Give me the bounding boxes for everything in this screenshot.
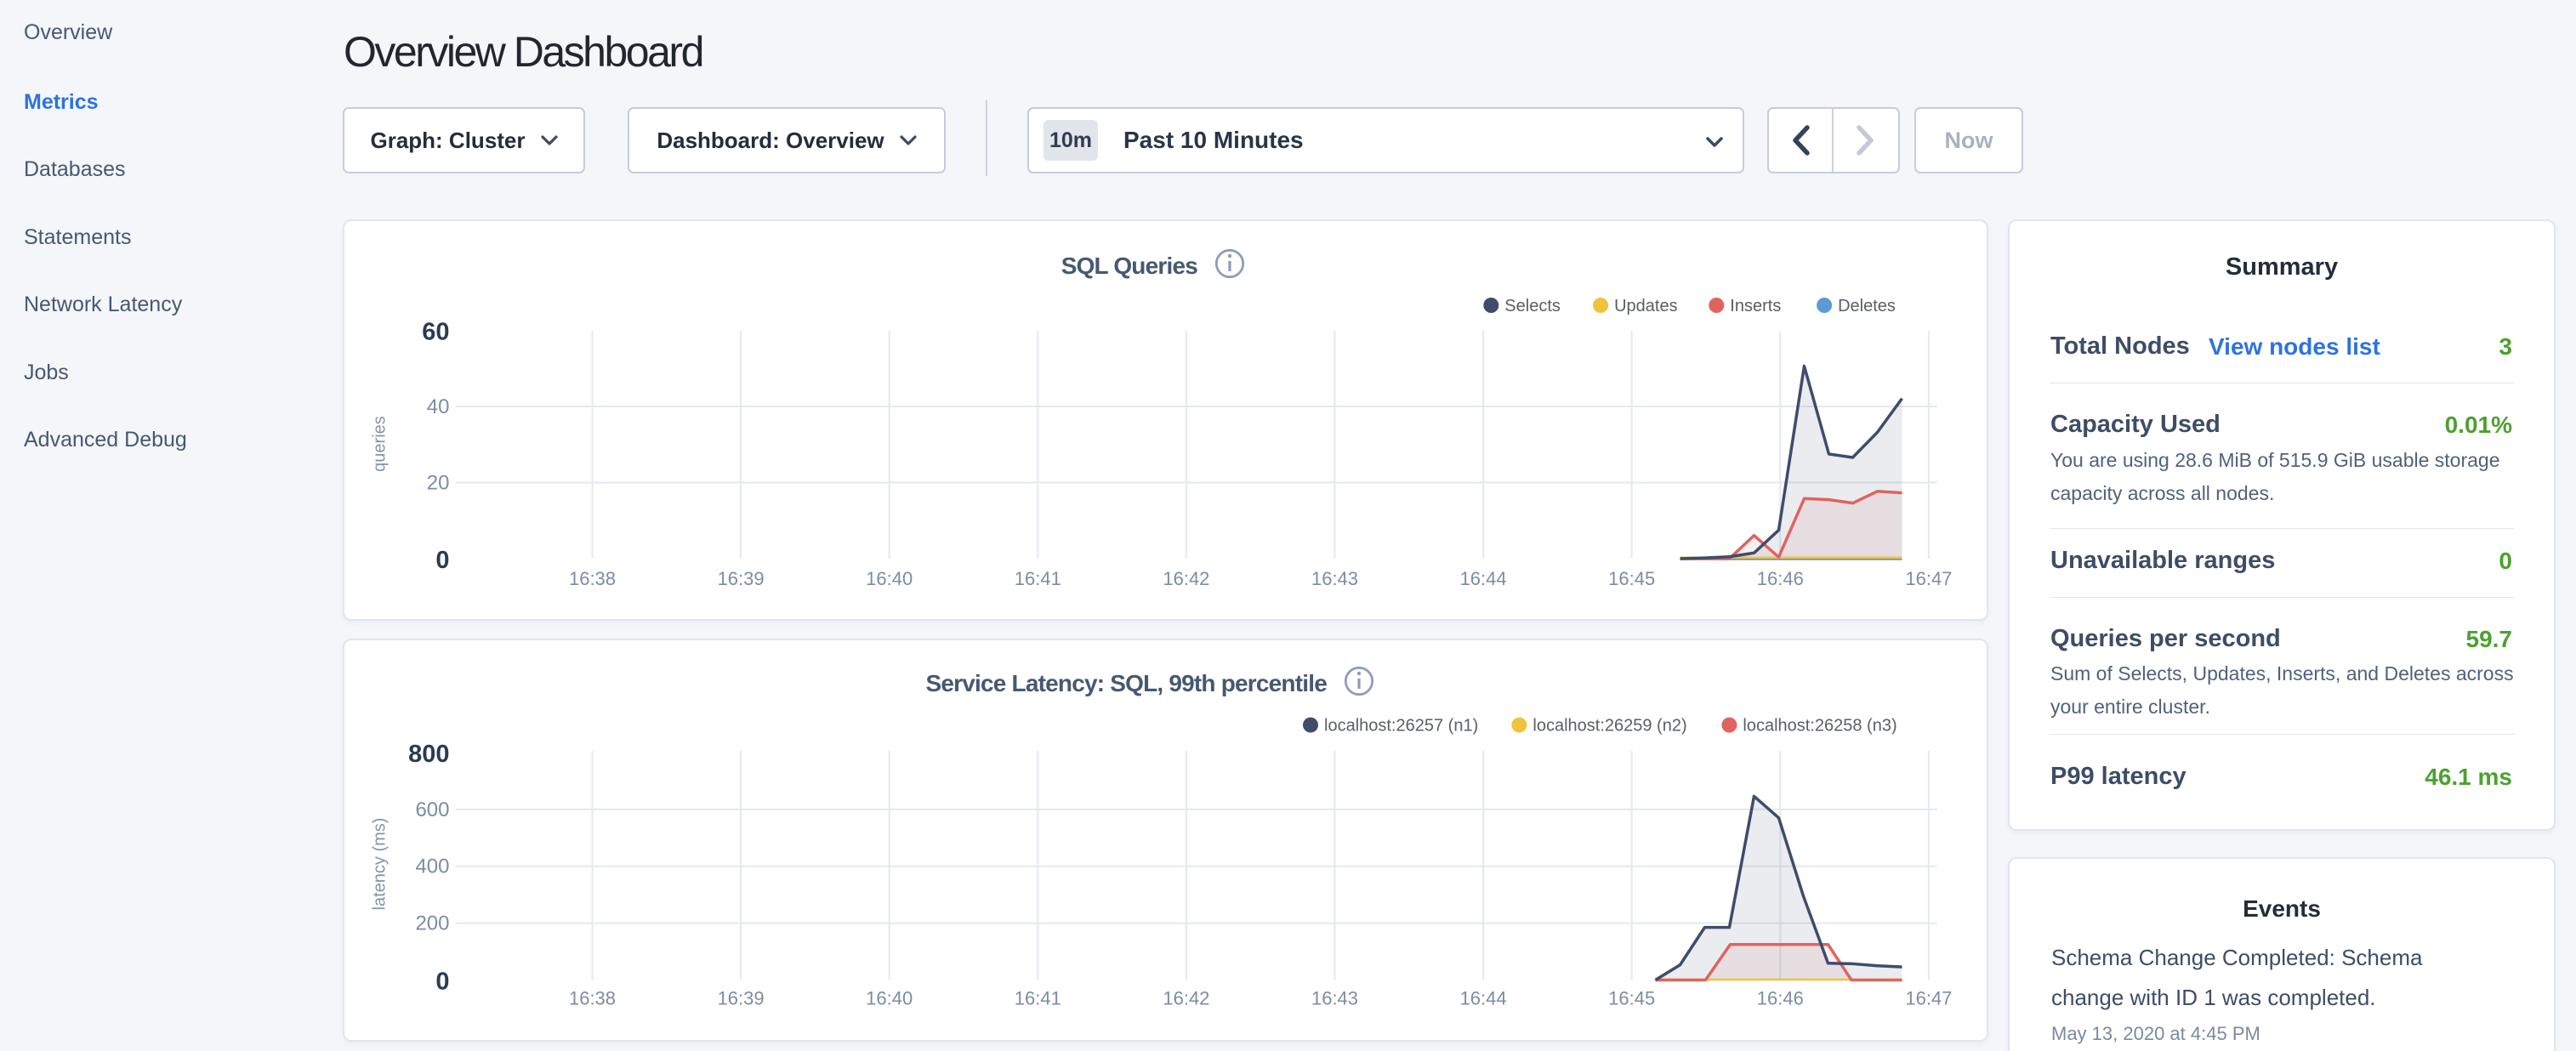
svg-text:0: 0 (435, 969, 449, 996)
svg-text:16:42: 16:42 (1163, 988, 1209, 1009)
svg-text:16:41: 16:41 (1015, 988, 1061, 1009)
svg-text:16:47: 16:47 (1905, 988, 1952, 1009)
svg-text:16:38: 16:38 (569, 568, 616, 589)
svg-text:queries: queries (371, 416, 390, 472)
svg-text:16:40: 16:40 (866, 988, 913, 1009)
svg-text:16:46: 16:46 (1757, 988, 1804, 1009)
svg-text:600: 600 (415, 798, 449, 821)
svg-text:16:46: 16:46 (1757, 568, 1804, 589)
svg-text:Deletes: Deletes (1838, 297, 1896, 315)
svg-text:Inserts: Inserts (1730, 297, 1781, 315)
svg-text:16:40: 16:40 (866, 568, 913, 589)
svg-text:SQL Queries: SQL Queries (1061, 253, 1198, 279)
svg-text:400: 400 (415, 855, 449, 878)
svg-text:localhost:26258 (n3): localhost:26258 (n3) (1743, 717, 1896, 736)
svg-text:0: 0 (435, 547, 449, 574)
svg-text:16:47: 16:47 (1905, 568, 1952, 589)
svg-text:60: 60 (422, 319, 449, 346)
svg-text:20: 20 (427, 472, 450, 495)
svg-text:16:38: 16:38 (569, 988, 616, 1009)
svg-text:16:45: 16:45 (1608, 988, 1655, 1009)
svg-text:Selects: Selects (1504, 297, 1561, 315)
svg-text:Updates: Updates (1614, 297, 1678, 315)
svg-text:16:45: 16:45 (1608, 568, 1655, 589)
svg-text:Service Latency: SQL, 99th per: Service Latency: SQL, 99th percentile (926, 670, 1328, 696)
svg-text:16:44: 16:44 (1460, 568, 1507, 589)
svg-text:localhost:26259 (n2): localhost:26259 (n2) (1533, 717, 1686, 736)
svg-text:16:43: 16:43 (1311, 568, 1358, 589)
svg-text:localhost:26257 (n1): localhost:26257 (n1) (1324, 717, 1478, 736)
svg-text:16:39: 16:39 (718, 568, 765, 589)
svg-text:200: 200 (415, 912, 449, 935)
svg-text:16:42: 16:42 (1163, 568, 1209, 589)
svg-text:800: 800 (408, 741, 449, 768)
svg-text:latency (ms): latency (ms) (371, 818, 390, 911)
svg-text:16:43: 16:43 (1311, 988, 1358, 1009)
svg-text:16:41: 16:41 (1015, 568, 1061, 589)
svg-text:40: 40 (427, 395, 450, 418)
svg-text:16:39: 16:39 (718, 988, 765, 1009)
svg-text:16:44: 16:44 (1460, 988, 1507, 1009)
